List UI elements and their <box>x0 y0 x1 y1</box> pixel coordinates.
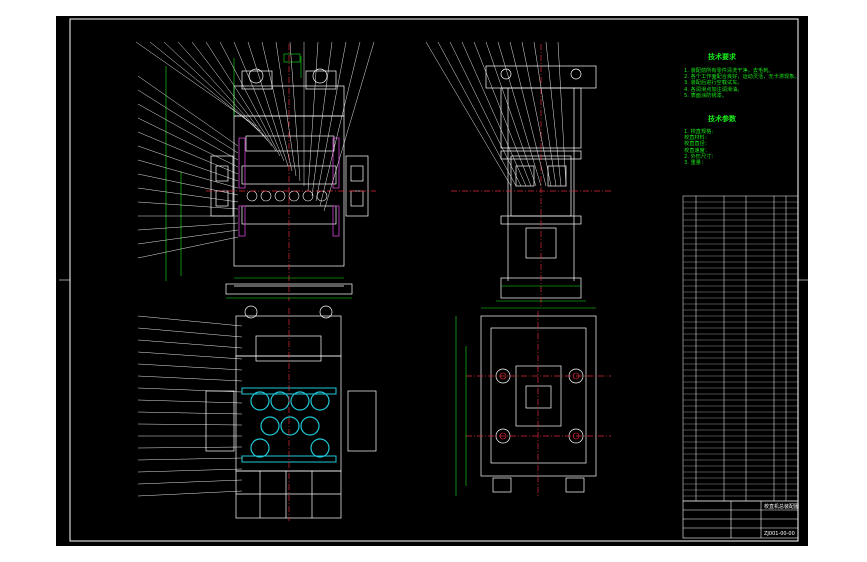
leader-line <box>425 41 512 187</box>
parts-table-frame <box>682 195 799 502</box>
leader-line <box>137 327 243 338</box>
leader-line <box>191 41 273 147</box>
tech-requirements-heading: 技术要求 <box>708 53 736 61</box>
leader-line <box>137 399 243 404</box>
leader-line <box>137 423 243 426</box>
section-roller <box>300 416 320 436</box>
leader-line <box>137 468 243 473</box>
front-roller <box>246 190 258 202</box>
leader-line <box>137 187 239 203</box>
leader-line <box>289 41 301 182</box>
tech_requirements-item: 5. 表面涂防锈漆。 <box>684 92 727 99</box>
tech-params-heading: 技术参数 <box>708 115 736 123</box>
title-block-name: 校直机总装配图 <box>764 504 800 510</box>
tech_params-item: 3. 重量： <box>684 160 707 167</box>
leader-line <box>137 159 239 189</box>
parts-list-table <box>682 195 799 502</box>
section-roller <box>250 391 270 411</box>
leader-line <box>315 41 347 202</box>
title-block-code: ZJ001-00-00 <box>764 531 795 537</box>
section-roller <box>250 438 270 458</box>
front-view <box>210 68 369 295</box>
leader-line <box>137 229 239 245</box>
leader-line <box>137 201 239 210</box>
leader-line <box>137 131 239 175</box>
leader-line <box>533 41 557 187</box>
leader-line <box>545 41 562 187</box>
leader-line <box>137 339 243 349</box>
leader-line <box>473 41 532 187</box>
front-roller <box>274 190 286 202</box>
plan-view <box>480 315 597 493</box>
leader-line <box>319 41 361 207</box>
tech-requirements-list: 1. 装配前所有零件清洗干净，去毛刺。 2. 各个工作面配合良好，运动灵活，无卡滞… <box>684 68 800 99</box>
leader-line <box>137 490 243 497</box>
leader-line <box>137 145 239 182</box>
leader-line <box>137 351 243 360</box>
leader-line <box>137 387 243 393</box>
centerlines <box>206 44 611 521</box>
leader-line <box>137 375 243 382</box>
leader-line <box>233 41 285 162</box>
leader-line <box>137 457 243 461</box>
section-roller <box>310 438 330 458</box>
leader-line <box>137 479 243 485</box>
section-roller <box>310 391 330 411</box>
drawing-sheet: 技术要求 1. 装配前所有零件清洗干净，去毛刺。 2. 各个工作面配合良好，运动灵… <box>56 16 808 546</box>
front-roller <box>316 190 328 202</box>
front-view-rollers <box>246 190 328 202</box>
leader-line <box>557 41 567 187</box>
front-roller <box>260 190 272 202</box>
section-roller <box>270 391 290 411</box>
leader-line <box>137 236 239 259</box>
section-view <box>205 305 377 519</box>
tech-params-list: 1. 校直规格: 校直材料： 校直直径： 校直速度： 2. 外形尺寸： 3. 重量： <box>684 129 717 166</box>
leader-line <box>137 89 239 154</box>
leader-line <box>261 41 293 172</box>
section-roller <box>260 416 280 436</box>
section-roller <box>290 391 310 411</box>
leader-line <box>137 103 239 161</box>
leader-line <box>137 446 243 449</box>
leader-line <box>137 222 239 231</box>
leader-line <box>137 411 243 415</box>
leader-line <box>137 117 239 168</box>
plan-view-wheels <box>495 368 584 444</box>
leader-line <box>137 315 243 327</box>
cad-viewport[interactable]: 技术要求 1. 装配前所有零件清洗干净，去毛刺。 2. 各个工作面配合良好，运动灵… <box>0 0 867 562</box>
leader-line <box>449 41 522 187</box>
leader-line <box>247 41 289 167</box>
leader-line <box>137 363 243 371</box>
leader-line <box>137 75 239 147</box>
leader-line <box>521 41 552 187</box>
section-roller <box>280 416 300 436</box>
dimension-lines <box>165 53 596 496</box>
leader-line <box>509 41 547 187</box>
leader-line <box>307 41 319 192</box>
leader-line <box>177 41 269 142</box>
leader-line <box>461 41 527 187</box>
front-roller <box>288 190 300 202</box>
front-roller <box>302 190 314 202</box>
leader-line <box>311 41 333 197</box>
leader-line <box>137 173 239 196</box>
leader-lines <box>135 41 567 497</box>
leader-line <box>219 41 281 157</box>
leader-line <box>323 41 375 212</box>
